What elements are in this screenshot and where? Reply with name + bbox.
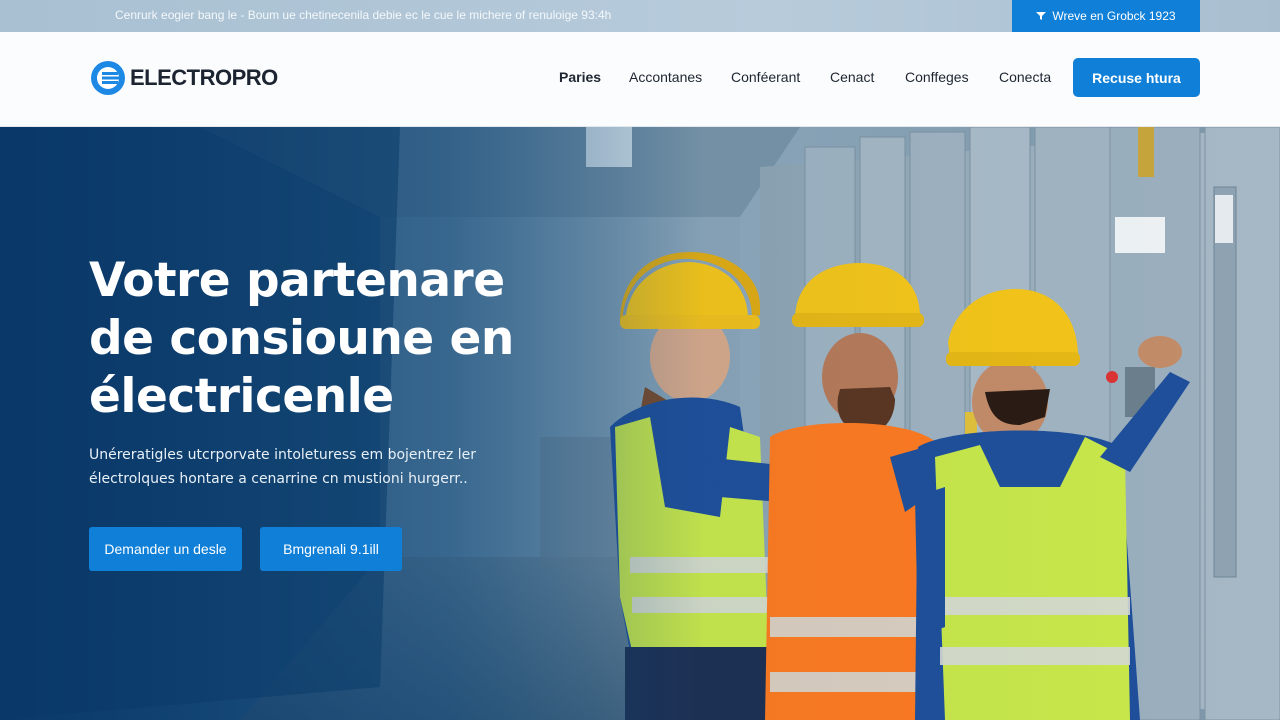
hero-title-line-2: de consioune en [89, 311, 514, 366]
site-header: ELECTROPRO Paries Accontanes Conféerant … [0, 32, 1280, 127]
topbar-cta-label: Wreve en Grobck 1923 [1052, 9, 1176, 23]
hero-section: Votre partenare de consioune en électric… [0, 127, 1280, 720]
request-quote-button[interactable]: Demander un desle [89, 527, 242, 571]
announcement-bar: Cenrurk eogier bang le - Boum ue chetine… [0, 0, 1280, 32]
hero-title-line-3: électricenle [89, 369, 394, 424]
announcement-text: Cenrurk eogier bang le - Boum ue chetine… [115, 8, 612, 22]
electropro-logo-mark-icon [91, 61, 125, 95]
hero-title: Votre partenare de consioune en électric… [89, 252, 549, 426]
logo[interactable]: ELECTROPRO [90, 60, 278, 96]
nav-item-cenact[interactable]: Cenact [830, 69, 874, 85]
nav-item-conffeges[interactable]: Conffeges [905, 69, 969, 85]
hero-subtitle-line-1: Unéreratigles utcrporvate intoleturess e… [89, 447, 477, 463]
secondary-hero-button[interactable]: Bmgrenali 9.1ill [260, 527, 402, 571]
filter-icon [1036, 12, 1047, 20]
topbar-cta-button[interactable]: Wreve en Grobck 1923 [1012, 0, 1200, 32]
logo-text: ELECTROPRO [130, 65, 278, 90]
nav-item-accontanes[interactable]: Accontanes [629, 69, 702, 85]
hero-subtitle-line-2: électrolques hontare a cenarrine cn must… [89, 471, 468, 487]
nav-item-conferant[interactable]: Conféerant [731, 69, 800, 85]
nav-item-paries[interactable]: Paries [559, 69, 601, 85]
hero-subtitle: Unéreratigles utcrporvate intoleturess e… [89, 443, 509, 491]
header-cta-button[interactable]: Recuse htura [1073, 58, 1200, 97]
nav-item-conecta[interactable]: Conecta [999, 69, 1051, 85]
hero-title-line-1: Votre partenare [89, 253, 505, 308]
